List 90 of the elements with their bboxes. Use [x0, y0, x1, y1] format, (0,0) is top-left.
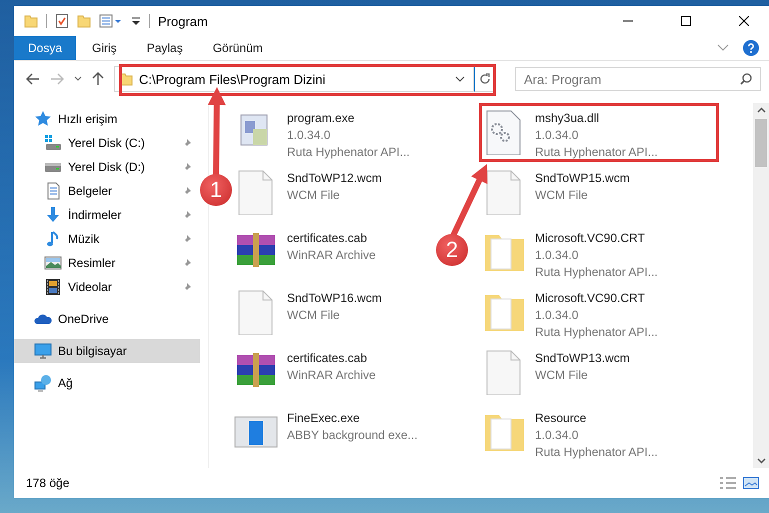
details-view-icon[interactable]	[719, 476, 737, 490]
file-name: SndToWP12.wcm	[287, 170, 382, 187]
file-detail: WinRAR Archive	[287, 247, 376, 264]
file-item[interactable]: program.exe 1.0.34.0 Ruta Hyphenator API...	[233, 107, 410, 167]
sidebar-item[interactable]: Ağ	[14, 371, 200, 395]
file-detail: Ruta Hyphenator API...	[535, 144, 658, 161]
file-name: Microsoft.VC90.CRT	[535, 230, 646, 247]
search-icon	[740, 73, 752, 85]
help-icon[interactable]	[743, 40, 759, 56]
window-title: Program	[158, 14, 208, 28]
scrollbar[interactable]	[753, 103, 769, 468]
folder-icon[interactable]	[77, 14, 91, 28]
chevron-down-icon[interactable]	[717, 44, 729, 52]
sidebar-item[interactable]: Hızlı erişim	[14, 107, 200, 131]
file-name: Microsoft.VC90.CRT	[535, 290, 646, 307]
file-detail: WCM File	[535, 187, 589, 204]
file-name: SndToWP13.wcm	[535, 350, 630, 367]
file-detail: Ruta Hyphenator API...	[535, 324, 658, 341]
file-name: FineExec.exe	[287, 410, 361, 427]
file-name: SndToWP15.wcm	[535, 170, 630, 187]
scroll-up-icon[interactable]	[756, 107, 766, 113]
sidebar-item[interactable]: OneDrive	[14, 307, 200, 331]
file-item[interactable]: SndToWP13.wcm WCM File	[481, 347, 630, 407]
file-item[interactable]: Microsoft.VC90.CRT 1.0.34.0 Ruta Hyphenator API...	[481, 287, 658, 347]
down-arrow-icon	[44, 206, 62, 224]
file-name: certificates.cab	[287, 230, 368, 247]
sidebar-item[interactable]: Bu bilgisayar	[14, 339, 200, 363]
network-icon	[34, 374, 52, 392]
scroll-down-icon[interactable]	[756, 458, 766, 464]
large-icons-view-icon[interactable]	[743, 476, 759, 490]
customize-caret-icon[interactable]	[131, 15, 141, 27]
sidebar-item[interactable]: Videolar	[14, 275, 200, 299]
file-detail: WCM File	[287, 307, 341, 324]
forward-arrow-icon[interactable]	[50, 73, 64, 85]
sidebar-item[interactable]: Belgeler	[14, 179, 200, 203]
file-name: mshy3ua.dll	[535, 110, 600, 127]
file-item[interactable]: SndToWP12.wcm WCM File	[233, 167, 382, 227]
ribbon-tab[interactable]: Dosya	[14, 36, 76, 60]
file-detail: WinRAR Archive	[287, 367, 376, 384]
address-path: C:\Program Files\Program Dizini	[139, 72, 326, 86]
file-detail: 1.0.34.0	[535, 427, 580, 444]
file-detail: Ruta Hyphenator API...	[535, 444, 658, 461]
file-name: certificates.cab	[287, 350, 368, 367]
file-detail: Ruta Hyphenator API...	[287, 144, 410, 161]
back-arrow-icon[interactable]	[26, 73, 40, 85]
ribbon-tab[interactable]: Giriş	[78, 36, 131, 60]
file-item[interactable]: FineExec.exe ABBY background exe...	[233, 407, 418, 467]
file-item[interactable]: SndToWP15.wcm WCM File	[481, 167, 630, 227]
star-icon	[34, 110, 52, 128]
item-count: 178 öğe	[26, 476, 70, 490]
scrollbar-thumb[interactable]	[755, 119, 767, 167]
address-field[interactable]: C:\Program Files\Program Dizini	[114, 66, 474, 92]
file-name: Resource	[535, 410, 588, 427]
file-detail: Ruta Hyphenator API...	[535, 264, 658, 281]
file-item[interactable]: certificates.cab WinRAR Archive	[233, 227, 376, 287]
picture-icon	[44, 254, 62, 272]
refresh-icon	[479, 73, 491, 85]
file-item[interactable]: Microsoft.VC90.CRT 1.0.34.0 Ruta Hyphenator API...	[481, 227, 658, 287]
file-detail: 1.0.34.0	[535, 247, 580, 264]
file-item[interactable]: Resource 1.0.34.0 Ruta Hyphenator API...	[481, 407, 658, 467]
close-icon	[739, 16, 749, 26]
file-item[interactable]: mshy3ua.dll 1.0.34.0 Ruta Hyphenator API...	[481, 107, 658, 167]
ribbon-tab[interactable]: Paylaş	[132, 36, 197, 60]
sidebar-item[interactable]: Resimler	[14, 251, 200, 275]
file-detail: 1.0.34.0	[535, 307, 580, 324]
drive-icon	[44, 134, 62, 152]
sidebar-item[interactable]: Müzik	[14, 227, 200, 251]
checklist-icon[interactable]	[55, 13, 69, 29]
file-item[interactable]: certificates.cab WinRAR Archive	[233, 347, 376, 407]
file-detail: WCM File	[535, 367, 589, 384]
file-detail: 1.0.34.0	[287, 127, 332, 144]
up-arrow-icon[interactable]	[92, 72, 104, 86]
file-name: SndToWP16.wcm	[287, 290, 382, 307]
search-field[interactable]: Ara: Program	[515, 67, 761, 91]
sidebar-item[interactable]: Yerel Disk (D:)	[14, 155, 200, 179]
sidebar-item[interactable]: İndirmeler	[14, 203, 200, 227]
file-item[interactable]: SndToWP16.wcm WCM File	[233, 287, 382, 347]
folder-icon[interactable]	[24, 14, 38, 28]
file-detail: WCM File	[287, 187, 341, 204]
recent-dropdown-icon[interactable]	[74, 76, 82, 82]
sidebar-item[interactable]: Yerel Disk (C:)	[14, 131, 200, 155]
film-icon	[44, 278, 62, 296]
dropdown-caret-icon[interactable]	[455, 76, 465, 82]
file-detail: ABBY background exe...	[287, 427, 418, 444]
ribbon-tab[interactable]: Görünüm	[198, 36, 277, 60]
file-detail: 1.0.34.0	[535, 127, 580, 144]
maximize-icon	[681, 16, 691, 26]
file-name: program.exe	[287, 110, 356, 127]
computer-icon	[34, 342, 52, 360]
layout-dropdown-icon[interactable]	[99, 14, 123, 28]
